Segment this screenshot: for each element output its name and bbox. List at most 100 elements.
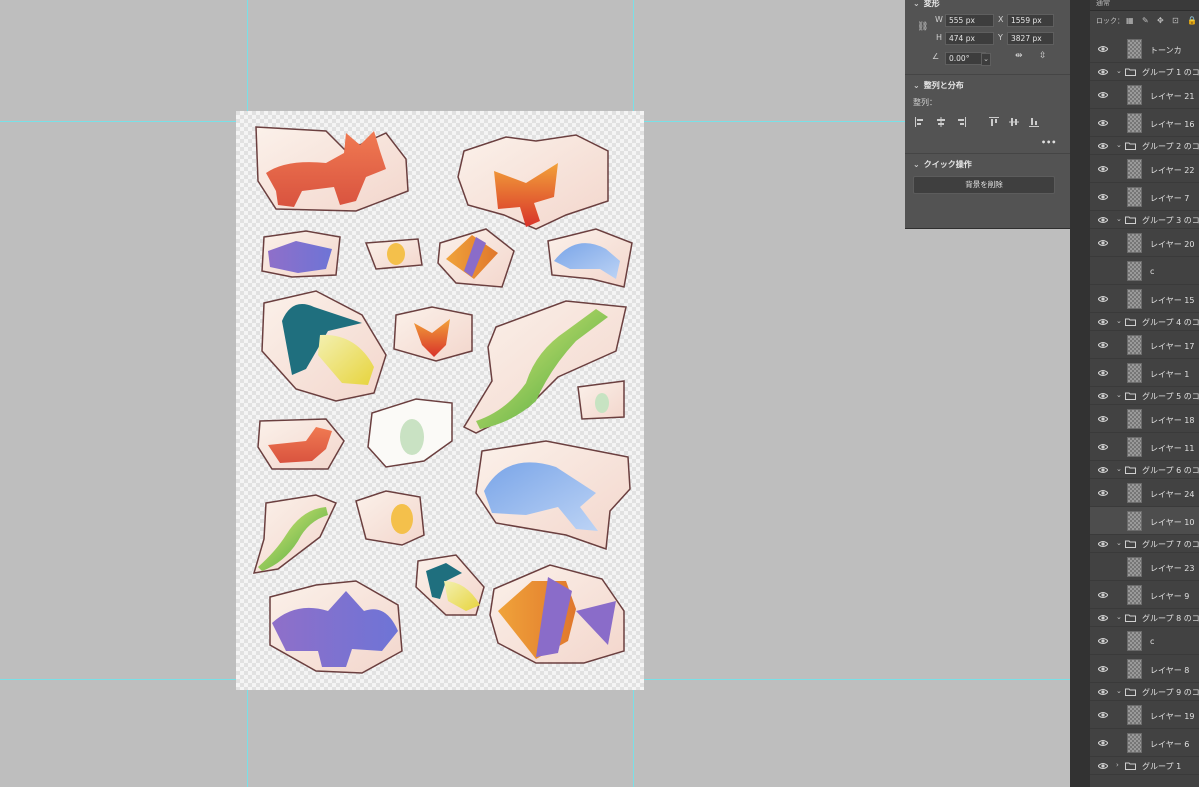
transform-section-header[interactable]: ⌄ 変形 bbox=[913, 0, 940, 9]
lock-all-icon[interactable]: 🔒 bbox=[1187, 17, 1197, 25]
layer-group-row[interactable]: ⌄ グループ 1 のコピ bbox=[1090, 63, 1199, 81]
chevron-down-icon[interactable]: ⌄ bbox=[1116, 687, 1122, 695]
folder-icon bbox=[1125, 142, 1136, 150]
visibility-eye-icon[interactable] bbox=[1098, 193, 1108, 201]
layer-row[interactable]: レイヤー 11 bbox=[1090, 433, 1199, 461]
remove-background-button[interactable]: 背景を削除 bbox=[913, 176, 1055, 194]
artboard-sticker-sheet[interactable] bbox=[236, 111, 644, 690]
layer-row[interactable]: レイヤー 8 bbox=[1090, 655, 1199, 683]
visibility-eye-icon[interactable] bbox=[1098, 392, 1108, 400]
layer-group-row[interactable]: ⌄ グループ 3 のコピ bbox=[1090, 211, 1199, 229]
layer-name: レイヤー 23 bbox=[1150, 564, 1195, 573]
align-left-icon[interactable] bbox=[915, 117, 925, 127]
layer-row[interactable]: レイヤー 23 bbox=[1090, 553, 1199, 581]
chevron-down-icon[interactable]: ⌄ bbox=[1116, 391, 1122, 399]
layer-row[interactable]: トーンカ bbox=[1090, 35, 1199, 63]
layer-row[interactable]: レイヤー 7 bbox=[1090, 183, 1199, 211]
chevron-down-icon[interactable]: ⌄ bbox=[1116, 613, 1122, 621]
flip-vertical-icon[interactable]: ⇳ bbox=[1039, 51, 1047, 61]
layer-row[interactable]: レイヤー 22 bbox=[1090, 155, 1199, 183]
flip-horizontal-icon[interactable]: ⇹ bbox=[1015, 51, 1023, 61]
chevron-down-icon[interactable]: ⌄ bbox=[1116, 317, 1122, 325]
layer-group-row[interactable]: ⌄ グループ 5 のコピ bbox=[1090, 387, 1199, 405]
visibility-eye-icon[interactable] bbox=[1098, 239, 1108, 247]
visibility-eye-icon[interactable] bbox=[1098, 563, 1108, 571]
width-field[interactable]: 555 px bbox=[945, 14, 994, 27]
visibility-eye-icon[interactable] bbox=[1098, 637, 1108, 645]
layer-group-row[interactable]: ⌄ グループ 8 のコピ bbox=[1090, 609, 1199, 627]
align-top-icon[interactable] bbox=[989, 117, 999, 127]
visibility-eye-icon[interactable] bbox=[1098, 443, 1108, 451]
chevron-right-icon[interactable]: › bbox=[1116, 761, 1119, 769]
visibility-eye-icon[interactable] bbox=[1098, 267, 1108, 275]
visibility-eye-icon[interactable] bbox=[1098, 517, 1108, 525]
align-center-h-icon[interactable] bbox=[936, 117, 946, 127]
layer-group-name: グループ 3 のコピ bbox=[1142, 216, 1199, 225]
layer-row[interactable]: レイヤー 9 bbox=[1090, 581, 1199, 609]
x-field[interactable]: 1559 px bbox=[1007, 14, 1054, 27]
chevron-down-icon[interactable]: ⌄ bbox=[1116, 141, 1122, 149]
layer-row[interactable]: レイヤー 17 bbox=[1090, 331, 1199, 359]
blend-mode-select[interactable]: 通常 bbox=[1096, 0, 1110, 8]
lock-transparent-icon[interactable]: ▦ bbox=[1126, 17, 1134, 25]
visibility-eye-icon[interactable] bbox=[1098, 216, 1108, 224]
chevron-down-icon[interactable]: ⌄ bbox=[1116, 67, 1122, 75]
angle-field[interactable]: 0.00° bbox=[945, 52, 986, 65]
layer-row[interactable]: レイヤー 20 bbox=[1090, 229, 1199, 257]
visibility-eye-icon[interactable] bbox=[1098, 165, 1108, 173]
layer-row[interactable]: レイヤー 19 bbox=[1090, 701, 1199, 729]
visibility-eye-icon[interactable] bbox=[1098, 711, 1108, 719]
chevron-down-icon[interactable]: ⌄ bbox=[1116, 215, 1122, 223]
visibility-eye-icon[interactable] bbox=[1098, 540, 1108, 548]
quick-actions-header[interactable]: ⌄ クイック操作 bbox=[913, 159, 972, 170]
lock-position-icon[interactable]: ✥ bbox=[1157, 17, 1165, 25]
visibility-eye-icon[interactable] bbox=[1098, 369, 1108, 377]
y-field[interactable]: 3827 px bbox=[1007, 32, 1054, 45]
align-bottom-icon[interactable] bbox=[1029, 117, 1039, 127]
visibility-eye-icon[interactable] bbox=[1098, 614, 1108, 622]
visibility-eye-icon[interactable] bbox=[1098, 466, 1108, 474]
layer-row[interactable]: レイヤー 18 bbox=[1090, 405, 1199, 433]
visibility-eye-icon[interactable] bbox=[1098, 341, 1108, 349]
layer-group-row[interactable]: ⌄ グループ 2 のコピ bbox=[1090, 137, 1199, 155]
chevron-down-icon[interactable]: ⌄ bbox=[1116, 539, 1122, 547]
layer-row[interactable]: レイヤー 24 bbox=[1090, 479, 1199, 507]
visibility-eye-icon[interactable] bbox=[1098, 119, 1108, 127]
align-section-header[interactable]: ⌄ 整列と分布 bbox=[913, 80, 964, 91]
layer-group-row[interactable]: ⌄ グループ 6 のコピ bbox=[1090, 461, 1199, 479]
layer-row[interactable]: レイヤー 10 bbox=[1090, 507, 1199, 535]
layer-group-row[interactable]: ⌄ グループ 9 のコピ bbox=[1090, 683, 1199, 701]
lock-paint-icon[interactable]: ✎ bbox=[1142, 17, 1150, 25]
layer-row[interactable]: レイヤー 21 bbox=[1090, 81, 1199, 109]
link-chain-icon[interactable]: ⛓ bbox=[917, 22, 928, 32]
layer-row[interactable]: レイヤー 1 bbox=[1090, 359, 1199, 387]
lock-artboard-icon[interactable]: ⊡ bbox=[1172, 17, 1180, 25]
visibility-eye-icon[interactable] bbox=[1098, 739, 1108, 747]
visibility-eye-icon[interactable] bbox=[1098, 318, 1108, 326]
more-options-icon[interactable]: ••• bbox=[1041, 138, 1056, 147]
angle-dropdown-icon[interactable]: ⌄ bbox=[981, 53, 991, 66]
layer-group-row[interactable]: ⌄ グループ 4 のコピ bbox=[1090, 313, 1199, 331]
visibility-eye-icon[interactable] bbox=[1098, 489, 1108, 497]
visibility-eye-icon[interactable] bbox=[1098, 688, 1108, 696]
layer-row[interactable]: c bbox=[1090, 257, 1199, 285]
visibility-eye-icon[interactable] bbox=[1098, 142, 1108, 150]
chevron-down-icon[interactable]: ⌄ bbox=[1116, 465, 1122, 473]
visibility-eye-icon[interactable] bbox=[1098, 45, 1108, 53]
visibility-eye-icon[interactable] bbox=[1098, 591, 1108, 599]
layer-row[interactable]: レイヤー 6 bbox=[1090, 729, 1199, 757]
visibility-eye-icon[interactable] bbox=[1098, 91, 1108, 99]
layer-row[interactable]: レイヤー 15 bbox=[1090, 285, 1199, 313]
visibility-eye-icon[interactable] bbox=[1098, 295, 1108, 303]
layer-group-row[interactable]: ⌄ グループ 7 のコピ bbox=[1090, 535, 1199, 553]
layer-row[interactable]: レイヤー 16 bbox=[1090, 109, 1199, 137]
align-middle-v-icon[interactable] bbox=[1009, 117, 1019, 127]
visibility-eye-icon[interactable] bbox=[1098, 415, 1108, 423]
visibility-eye-icon[interactable] bbox=[1098, 665, 1108, 673]
height-field[interactable]: 474 px bbox=[945, 32, 994, 45]
align-right-icon[interactable] bbox=[956, 117, 966, 127]
layer-row[interactable]: c bbox=[1090, 627, 1199, 655]
layer-group-row[interactable]: › グループ 1 bbox=[1090, 757, 1199, 775]
visibility-eye-icon[interactable] bbox=[1098, 68, 1108, 76]
visibility-eye-icon[interactable] bbox=[1098, 762, 1108, 770]
